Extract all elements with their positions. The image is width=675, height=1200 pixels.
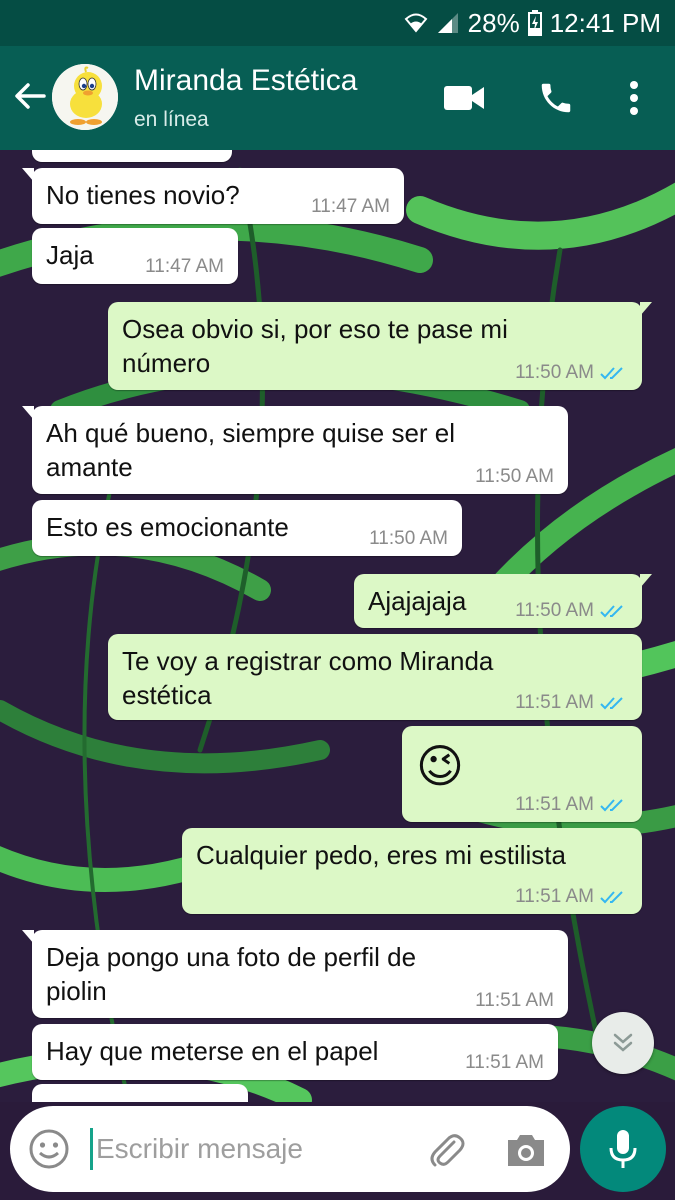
more-vert-icon[interactable] — [612, 76, 656, 120]
message-time: 11:51 AM — [465, 1052, 544, 1073]
message-time: 11:50 AM — [369, 528, 448, 549]
phone-icon[interactable] — [534, 76, 578, 120]
message-incoming[interactable]: Jaja 11:47 AM — [32, 228, 238, 284]
chat-area[interactable]: No tienes novio? 11:47 AM Jaja 11:47 AM … — [0, 150, 675, 1102]
status-bar: 28% 12:41 PM — [0, 0, 675, 46]
message-outgoing[interactable]: 😉 11:51 AM — [402, 726, 642, 822]
video-call-icon[interactable] — [442, 76, 486, 120]
chevron-double-down-icon — [613, 1033, 633, 1052]
mic-icon — [609, 1130, 637, 1168]
camera-icon[interactable] — [504, 1128, 548, 1172]
message-time: 11:50 AM — [515, 362, 594, 383]
message-incoming[interactable]: Esto es emocionante 11:50 AM — [32, 500, 462, 556]
status-icons: 28% 12:41 PM — [404, 6, 661, 40]
message-time: 11:51 AM — [515, 794, 594, 815]
wifi-icon — [404, 11, 428, 35]
partial-message — [32, 150, 232, 162]
message-input[interactable] — [96, 1124, 396, 1174]
back-arrow-icon[interactable] — [10, 76, 50, 116]
message-outgoing[interactable]: Te voy a registrar como Miranda estética… — [108, 634, 642, 720]
contact-status: en línea — [134, 108, 209, 131]
message-outgoing[interactable]: Cualquier pedo, eres mi estilista 11:51 … — [182, 828, 642, 914]
message-outgoing[interactable]: Ajajajaja 11:50 AM — [354, 574, 652, 628]
message-time: 11:47 AM — [311, 196, 390, 217]
chat-header: Miranda Estética en línea — [0, 46, 675, 150]
signal-icon — [436, 11, 460, 35]
message-input-box[interactable] — [10, 1106, 570, 1192]
double-check-icon — [600, 891, 623, 904]
double-check-icon — [600, 799, 623, 812]
wink-emoji: 😉 — [416, 740, 464, 792]
scroll-down-button[interactable] — [592, 1012, 654, 1074]
battery-percent: 28% — [467, 7, 520, 38]
text-cursor — [90, 1128, 93, 1170]
message-text: Cualquier pedo, eres mi estilista — [196, 840, 566, 870]
message-incoming[interactable]: Ah qué bueno, siempre quise ser el amant… — [22, 406, 568, 494]
composer — [0, 1102, 675, 1200]
battery-icon — [527, 10, 542, 36]
avatar[interactable] — [52, 64, 118, 130]
message-outgoing[interactable]: Osea obvio si, por eso te pase mi número… — [108, 302, 652, 390]
message-time: 11:51 AM — [515, 886, 594, 907]
clock: 12:41 PM — [549, 7, 661, 38]
message-time: 11:51 AM — [475, 990, 554, 1011]
message-incoming[interactable]: Deja pongo una foto de perfil de piolin … — [22, 930, 568, 1018]
emoji-icon[interactable] — [28, 1128, 70, 1170]
message-incoming[interactable]: Hay que meterse en el papel 11:51 AM — [32, 1024, 558, 1080]
paperclip-icon[interactable] — [424, 1128, 468, 1172]
message-incoming[interactable]: No tienes novio? 11:47 AM — [22, 168, 404, 224]
mic-button[interactable] — [580, 1106, 666, 1192]
double-check-icon — [600, 367, 623, 380]
contact-name[interactable]: Miranda Estética — [134, 64, 357, 98]
message-time: 11:50 AM — [515, 600, 594, 621]
message-time: 11:50 AM — [475, 466, 554, 487]
partial-message — [32, 1084, 248, 1102]
message-time: 11:47 AM — [145, 256, 224, 277]
message-time: 11:51 AM — [515, 692, 594, 713]
double-check-icon — [600, 697, 623, 710]
double-check-icon — [600, 605, 623, 618]
